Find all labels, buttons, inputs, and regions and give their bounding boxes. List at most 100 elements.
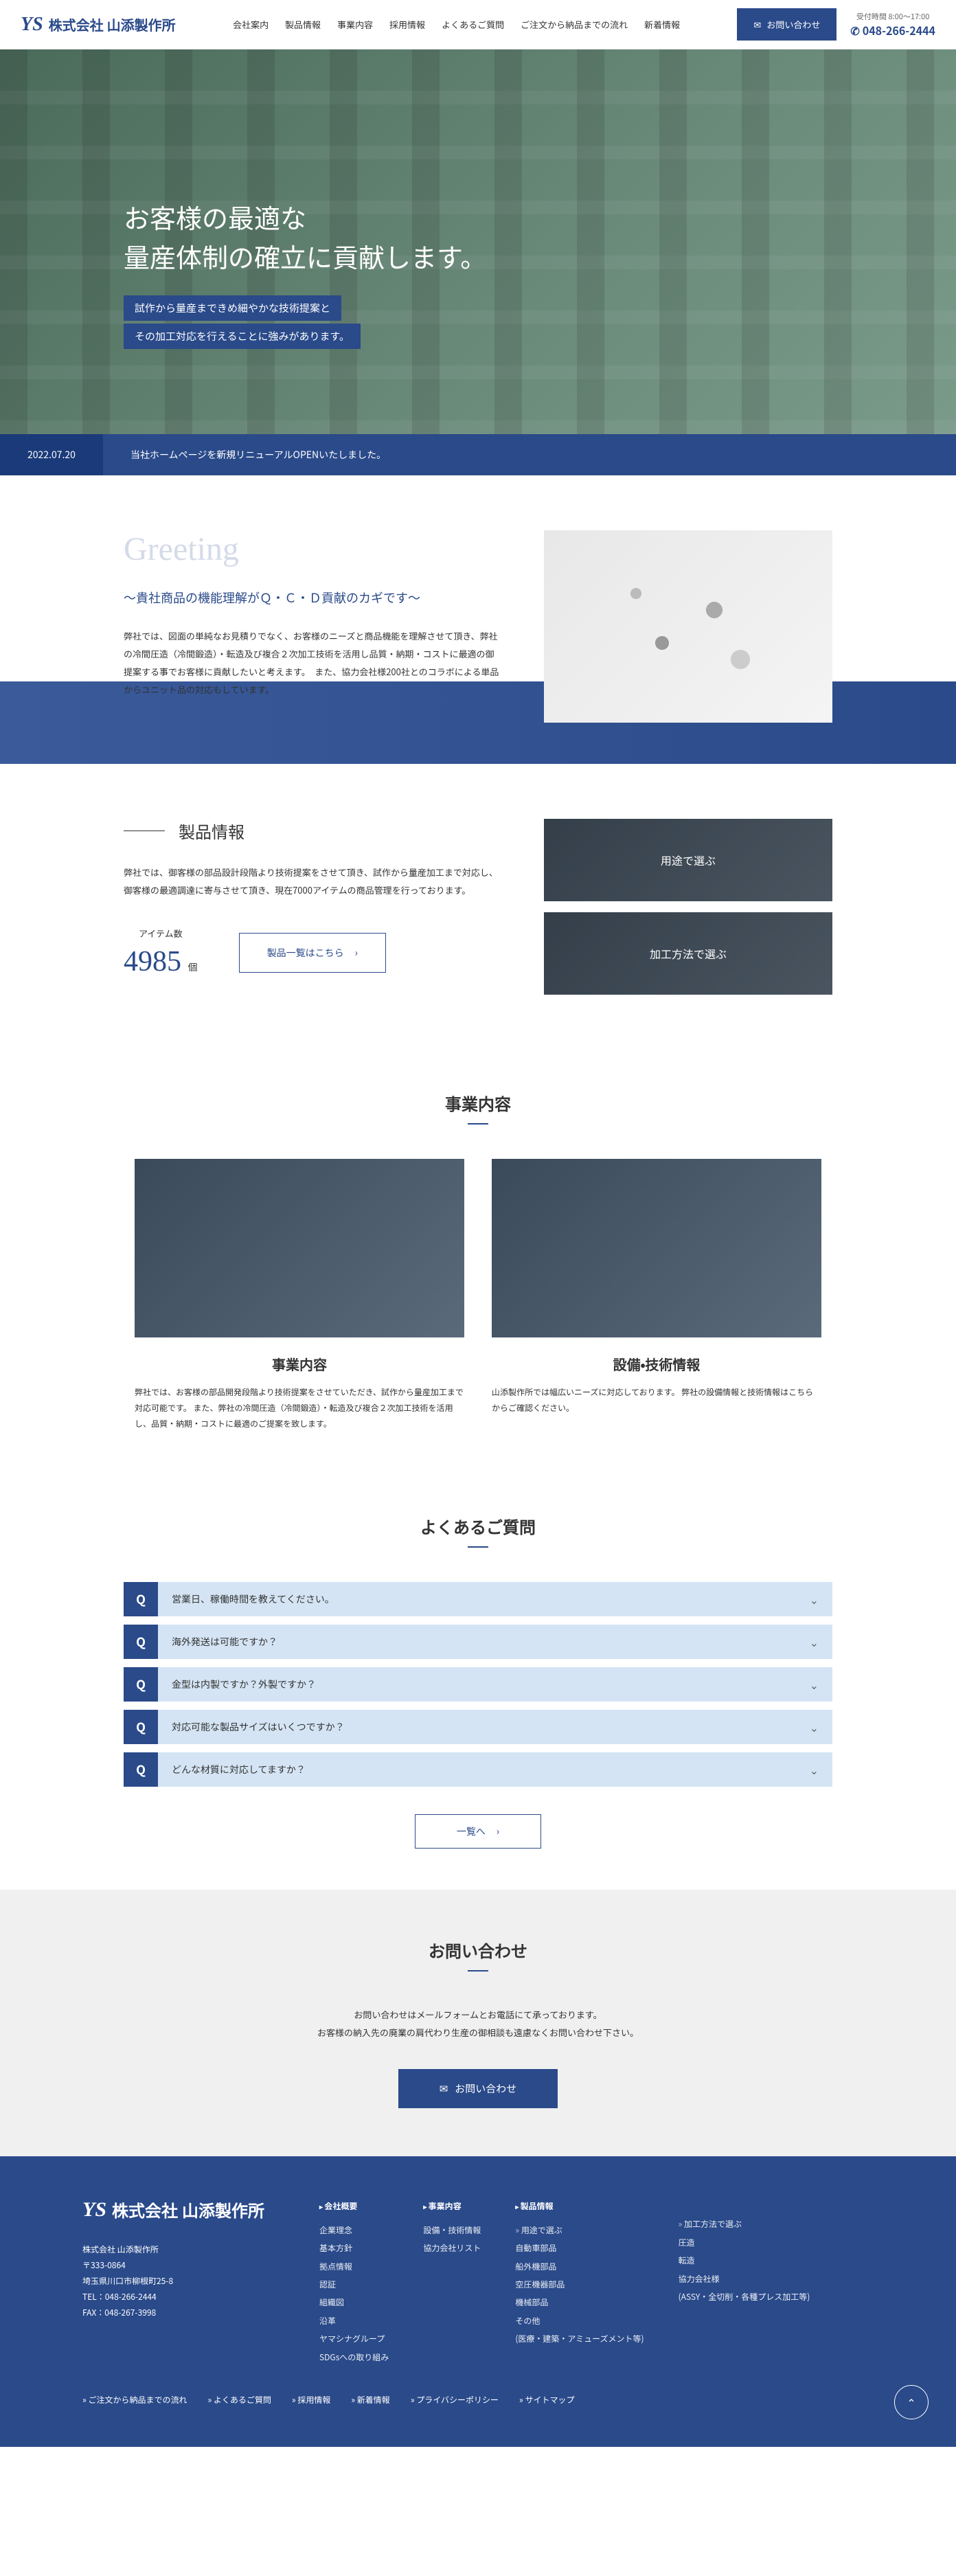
header-phone-block: 受付時間 8:00～17:00 ✆ 048-266-2444 xyxy=(850,11,935,38)
contact-button[interactable]: ✉ お問い合わせ xyxy=(398,2069,558,2108)
footer-link[interactable]: 自動車部品 xyxy=(515,2239,644,2257)
footer-sublink[interactable]: 加工方法で選ぶ xyxy=(679,2215,810,2233)
business-hours: 受付時間 8:00～17:00 xyxy=(850,11,935,22)
footer-link[interactable]: 協力会社様 xyxy=(679,2270,810,2288)
footer-link[interactable]: 空圧機器部品 xyxy=(515,2276,644,2294)
footer-bottom-link[interactable]: プライバシーポリシー xyxy=(411,2394,499,2406)
news-bar[interactable]: 2022.07.20 当社ホームページを新規リニューアルOPENいたしました。 xyxy=(0,434,956,475)
title-underline xyxy=(468,1970,488,1971)
chevron-down-icon: ⌄ xyxy=(796,1634,832,1650)
logo[interactable]: YS 株式会社 山添製作所 xyxy=(21,14,176,36)
business-image-2 xyxy=(492,1159,821,1337)
products-body: 弊社では、御客様の部品設計段階より技術提案をさせて頂き、試作から量産加工まで対応… xyxy=(124,863,503,899)
footer-col-title[interactable]: 事業内容 xyxy=(423,2197,481,2215)
faq-item[interactable]: Q 海外発送は可能ですか？ ⌄ xyxy=(124,1625,832,1659)
footer-link[interactable]: 設備・技術情報 xyxy=(423,2222,481,2239)
news-text: 当社ホームページを新規リニューアルOPENいたしました。 xyxy=(103,434,413,475)
faq-item[interactable]: Q 対応可能な製品サイズはいくつですか？ ⌄ xyxy=(124,1710,832,1744)
hero-title: お客様の最適な 量産体制の確立に貢献します。 xyxy=(124,201,486,279)
faq-more-button[interactable]: 一覧へ › xyxy=(415,1814,541,1849)
faq-item[interactable]: Q 金型は内製ですか？外製ですか？ ⌄ xyxy=(124,1667,832,1702)
footer-postal: 〒333-0864 xyxy=(82,2258,264,2274)
footer-link[interactable]: 協力会社リスト xyxy=(423,2239,481,2257)
chevron-down-icon: ⌄ xyxy=(796,1761,832,1778)
product-card-usage[interactable]: 用途で選ぶ xyxy=(544,819,832,901)
faq-section: よくあるご質問 Q 営業日、稼働時間を教えてください。 ⌄ Q 海外発送は可能で… xyxy=(0,1473,956,1890)
footer-top: YS 株式会社 山添製作所 株式会社 山添製作所 〒333-0864 埼玉県川口… xyxy=(82,2197,874,2366)
footer-link[interactable]: 企業理念 xyxy=(319,2222,389,2239)
header: YS 株式会社 山添製作所 会社案内 製品情報 事業内容 採用情報 よくあるご質… xyxy=(0,0,956,49)
footer-logo-block: YS 株式会社 山添製作所 株式会社 山添製作所 〒333-0864 埼玉県川口… xyxy=(82,2197,264,2366)
item-count-number: 4985 xyxy=(124,946,181,978)
footer-link[interactable]: (医療・建築・アミューズメント等) xyxy=(515,2330,644,2348)
hero-title-line1: お客様の最適な xyxy=(124,205,306,234)
footer-col-title[interactable]: 会社概要 xyxy=(319,2197,389,2215)
footer-col-title[interactable]: 製品情報 xyxy=(515,2197,644,2215)
footer-bottom-link[interactable]: ご注文から納品までの流れ xyxy=(82,2394,187,2406)
footer-tel: TEL：048-266-2444 xyxy=(82,2290,264,2305)
logo-company-name: 株式会社 山添製作所 xyxy=(112,2197,264,2222)
faq-item[interactable]: Q どんな材質に対応してますか？ ⌄ xyxy=(124,1752,832,1787)
footer-link[interactable]: 認証 xyxy=(319,2276,389,2294)
nav-products[interactable]: 製品情報 xyxy=(285,18,321,31)
footer-link[interactable]: 沿革 xyxy=(319,2312,389,2330)
business-title: 事業内容 xyxy=(124,1091,832,1115)
footer-link[interactable]: SDGsへの取り組み xyxy=(319,2349,389,2366)
products-stats: アイテム数 4985 個 製品一覧はこちら › xyxy=(124,927,503,978)
footer-col-company: 会社概要 企業理念 基本方針 拠点情報 認証 組織図 沿革 ヤマシナグループ S… xyxy=(319,2197,389,2366)
footer-link[interactable]: ヤマシナグループ xyxy=(319,2330,389,2348)
product-card-method[interactable]: 加工方法で選ぶ xyxy=(544,912,832,995)
business-card-1-body: 弊社では、お客様の部品開発段階より技術提案をさせていただき、試作から量産加工まで… xyxy=(135,1385,464,1432)
nav-news[interactable]: 新着情報 xyxy=(644,18,680,31)
footer: YS 株式会社 山添製作所 株式会社 山添製作所 〒333-0864 埼玉県川口… xyxy=(0,2156,956,2447)
footer-col-method: 加工方法で選ぶ 圧造 転造 協力会社様 (ASSY・全切削・各種プレス加工等) xyxy=(679,2197,810,2366)
faq-q-badge: Q xyxy=(124,1582,158,1616)
product-list-button[interactable]: 製品一覧はこちら › xyxy=(239,933,386,973)
faq-question-text: 海外発送は可能ですか？ xyxy=(158,1635,796,1649)
nav-company[interactable]: 会社案内 xyxy=(233,18,269,31)
footer-link[interactable]: 機械部品 xyxy=(515,2294,644,2312)
faq-item[interactable]: Q 営業日、稼働時間を教えてください。 ⌄ xyxy=(124,1582,832,1616)
product-card-label: 用途で選ぶ xyxy=(661,852,716,868)
business-card-1[interactable]: 事業内容 弊社では、お客様の部品開発段階より技術提案をさせていただき、試作から量… xyxy=(135,1159,464,1432)
nav-faq[interactable]: よくあるご質問 xyxy=(442,18,504,31)
spacer xyxy=(679,2197,810,2215)
footer-col-business: 事業内容 設備・技術情報 協力会社リスト xyxy=(423,2197,481,2366)
business-card-1-title: 事業内容 xyxy=(135,1354,464,1374)
footer-link[interactable]: 基本方針 xyxy=(319,2239,389,2257)
nav-flow[interactable]: ご注文から納品までの流れ xyxy=(521,18,628,31)
footer-bottom-link[interactable]: サイトマップ xyxy=(519,2394,574,2406)
footer-logo[interactable]: YS 株式会社 山添製作所 xyxy=(82,2197,264,2222)
faq-q-badge: Q xyxy=(124,1625,158,1659)
chevron-up-icon: ⌃ xyxy=(907,2394,915,2410)
hero-sub-line2: その加工対応を行えることに強みがあります。 xyxy=(124,324,361,349)
footer-link[interactable]: 圧造 xyxy=(679,2234,810,2252)
footer-link[interactable]: 船外機部品 xyxy=(515,2258,644,2276)
nav-recruit[interactable]: 採用情報 xyxy=(389,18,425,31)
footer-link[interactable]: (ASSY・全切削・各種プレス加工等) xyxy=(679,2288,810,2306)
nav-business[interactable]: 事業内容 xyxy=(337,18,373,31)
business-cards: 事業内容 弊社では、お客様の部品開発段階より技術提案をさせていただき、試作から量… xyxy=(124,1159,832,1432)
footer-sublink[interactable]: 用途で選ぶ xyxy=(515,2222,644,2239)
faq-q-badge: Q xyxy=(124,1710,158,1744)
phone-icon: ✆ xyxy=(850,22,859,38)
footer-bottom-link[interactable]: 採用情報 xyxy=(292,2394,330,2406)
footer-link[interactable]: その他 xyxy=(515,2312,644,2330)
business-card-2[interactable]: 設備・技術情報 山添製作所では幅広いニーズに対応しております。 弊社の設備情報と… xyxy=(492,1159,821,1432)
logo-mark: YS xyxy=(82,2198,106,2222)
footer-link[interactable]: 拠点情報 xyxy=(319,2258,389,2276)
header-contact-button[interactable]: ✉ お問い合わせ xyxy=(737,8,836,41)
footer-link[interactable]: 組織図 xyxy=(319,2294,389,2312)
business-card-2-title: 設備・技術情報 xyxy=(492,1354,821,1374)
footer-link[interactable]: 転造 xyxy=(679,2252,810,2270)
footer-company-info: 株式会社 山添製作所 〒333-0864 埼玉県川口市柳根町25-8 TEL：0… xyxy=(82,2242,264,2320)
hero-sub-line1: 試作から量産まできめ細やかな技術提案と xyxy=(124,295,341,321)
business-image-1 xyxy=(135,1159,464,1337)
footer-bottom-link[interactable]: よくあるご質問 xyxy=(207,2394,271,2406)
scroll-to-top-button[interactable]: ⌃ xyxy=(894,2385,929,2419)
contact-line2: お客様の納入先の廃業の肩代わり生産の御相談も遠慮なくお問い合わせ下さい。 xyxy=(317,2026,639,2039)
footer-bottom-link[interactable]: 新着情報 xyxy=(351,2394,389,2406)
product-card-label: 加工方法で選ぶ xyxy=(650,945,727,962)
phone-number[interactable]: ✆ 048-266-2444 xyxy=(850,22,935,38)
title-underline xyxy=(468,1546,488,1548)
